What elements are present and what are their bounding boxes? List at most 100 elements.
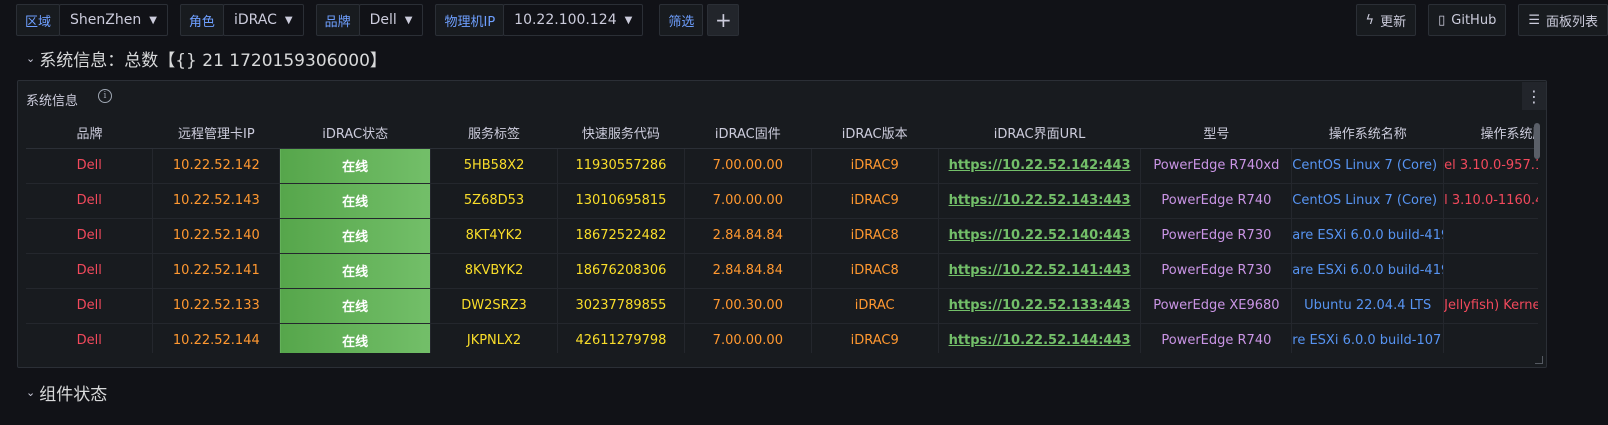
column-header[interactable]: iDRAC界面URL [938, 118, 1141, 149]
url-cell: https://10.22.52.133:443 [938, 288, 1142, 324]
url-cell: https://10.22.52.143:443 [938, 183, 1142, 219]
resize-handle-icon[interactable] [1535, 356, 1543, 364]
column-header[interactable]: 远程管理卡IP [152, 118, 280, 149]
idrac-url-link[interactable]: https://10.22.52.133:443 [949, 298, 1131, 313]
add-filter-button[interactable]: + [707, 4, 740, 36]
physical-ip-value: 10.22.100.124 [514, 12, 617, 28]
column-header[interactable]: 型号 [1140, 118, 1292, 149]
ip-cell: 10.22.52.140 [152, 218, 281, 254]
column-header[interactable]: iDRAC固件 [684, 118, 812, 149]
os-name-cell: CentOS Linux 7 (Core) [1291, 183, 1445, 219]
table-row: Dell 10.22.52.143 在线 5Z68D53 13010695815… [26, 183, 1538, 219]
column-header[interactable]: 操作系统版本 [1443, 118, 1538, 149]
variable-label-region: 区域 [16, 4, 61, 36]
lightning-icon: ϟ [1365, 12, 1375, 28]
service-tag-cell: DW2SRZ3 [430, 288, 558, 324]
idrac-url-link[interactable]: https://10.22.52.142:443 [949, 158, 1131, 173]
brand-cell: Dell [26, 323, 154, 353]
status-cell: 在线 [279, 183, 432, 219]
brand-select[interactable]: Dell ▼ [358, 4, 424, 36]
model-cell: PowerEdge R730 [1140, 253, 1293, 289]
url-cell: https://10.22.52.141:443 [938, 253, 1142, 289]
info-icon[interactable]: i [98, 89, 112, 103]
variable-label-brand: 品牌 [315, 4, 360, 36]
idrac-url-link[interactable]: https://10.22.52.140:443 [949, 228, 1131, 243]
model-cell: PowerEdge R740 [1140, 183, 1293, 219]
firmware-cell: 7.00.00.00 [684, 148, 812, 184]
column-header[interactable]: 服务标签 [430, 118, 558, 149]
firmware-cell: 7.00.30.00 [684, 288, 812, 324]
brand-cell: Dell [26, 148, 154, 184]
os-version-cell [1443, 253, 1538, 289]
row-title: 组件状态 [39, 385, 108, 405]
idrac-url-link[interactable]: https://10.22.52.141:443 [949, 263, 1131, 278]
region-select[interactable]: ShenZhen ▼ [59, 4, 168, 36]
service-tag-cell: 8KT4YK2 [430, 218, 558, 254]
region-value: ShenZhen [70, 12, 142, 28]
chevron-down-icon: ▼ [624, 14, 633, 26]
status-cell: 在线 [279, 218, 432, 254]
table-row: Dell 10.22.52.141 在线 8KVBYK2 18676208306… [26, 253, 1538, 289]
model-cell: PowerEdge XE9680 [1140, 288, 1293, 324]
express-code-cell: 18676208306 [557, 253, 685, 289]
refresh-button[interactable]: ϟ 更新 [1355, 4, 1417, 36]
os-version-cell [1443, 323, 1538, 353]
filter-label[interactable]: 筛选 [659, 4, 704, 36]
row-title: 系统信息：总数【{} 21 1720159306000】 [39, 51, 387, 71]
express-code-cell: 13010695815 [557, 183, 685, 219]
panel-menu-button[interactable]: ⋮ [1522, 82, 1546, 110]
idrac-url-link[interactable]: https://10.22.52.143:443 [949, 193, 1131, 208]
variable-label-physical-ip: 物理机IP [435, 4, 505, 36]
brand-value: Dell [369, 12, 397, 28]
chevron-down-icon: ▼ [404, 14, 413, 26]
column-header[interactable]: 品牌 [26, 118, 153, 149]
model-cell: PowerEdge R740 [1140, 323, 1293, 353]
service-tag-cell: 5Z68D53 [430, 183, 558, 219]
row-header-system-info[interactable]: ⌄ 系统信息：总数【{} 21 1720159306000】 [26, 46, 387, 71]
table-row: Dell 10.22.52.133 在线 DW2SRZ3 30237789855… [26, 288, 1538, 324]
os-name-cell: are ESXi 6.0.0 build-419 [1291, 253, 1445, 289]
column-header[interactable]: iDRAC版本 [811, 118, 939, 149]
express-code-cell: 11930557286 [557, 148, 685, 184]
status-cell: 在线 [279, 148, 432, 184]
os-version-cell: l 3.10.0-1160.49.1.el7.x86_64 [1443, 183, 1538, 219]
service-tag-cell: JKPNLX2 [430, 323, 558, 353]
brand-cell: Dell [26, 253, 154, 289]
column-header[interactable]: 操作系统名称 [1291, 118, 1444, 149]
column-header[interactable]: 快速服务代码 [557, 118, 685, 149]
physical-ip-select[interactable]: 10.22.100.124 ▼ [503, 4, 644, 36]
vertical-scrollbar[interactable] [1534, 123, 1540, 347]
status-cell: 在线 [279, 323, 432, 353]
chevron-down-icon: ▼ [149, 14, 157, 26]
os-version-cell: el 3.10.0-957.12.1.el7.x86_64 [1443, 148, 1538, 184]
role-value: iDRAC [233, 12, 277, 28]
github-button[interactable]: ▯ GitHub [1428, 4, 1507, 36]
toolbar: ϟ 更新 ▯ GitHub ☰ 面板列表 [1344, 4, 1608, 36]
chevron-down-icon: ⌄ [26, 52, 36, 65]
row-header-component-status[interactable]: ⌄ 组件状态 [26, 380, 107, 405]
variable-label-role: 角色 [179, 4, 224, 36]
table-row: Dell 10.22.52.144 在线 JKPNLX2 42611279798… [26, 323, 1538, 353]
os-name-cell: CentOS Linux 7 (Core) [1291, 148, 1445, 184]
idrac-version-cell: iDRAC8 [811, 218, 939, 254]
url-cell: https://10.22.52.142:443 [938, 148, 1142, 184]
variable-bar: 区域 ShenZhen ▼ 角色 iDRAC ▼ 品牌 Dell ▼ 物理机IP 10… [16, 4, 740, 36]
system-info-table: 品牌 远程管理卡IP iDRAC状态 服务标签 快速服务代码 iDRAC固件 i… [26, 118, 1538, 353]
os-version-cell: Jellyfish) Kernel 5.15.0- [1443, 288, 1538, 324]
idrac-url-link[interactable]: https://10.22.52.144:443 [949, 333, 1131, 348]
column-header[interactable]: iDRAC状态 [279, 118, 431, 149]
idrac-version-cell: iDRAC [811, 288, 939, 324]
chevron-down-icon: ▼ [284, 14, 293, 26]
service-tag-cell: 5HB58X2 [430, 148, 558, 184]
ip-cell: 10.22.52.133 [152, 288, 281, 324]
idrac-version-cell: iDRAC9 [811, 183, 939, 219]
scrollbar-thumb[interactable] [1534, 123, 1540, 159]
firmware-cell: 2.84.84.84 [684, 253, 812, 289]
plus-icon: + [714, 8, 732, 32]
ip-cell: 10.22.52.143 [152, 183, 281, 219]
firmware-cell: 7.00.00.00 [684, 323, 812, 353]
url-cell: https://10.22.52.144:443 [938, 323, 1142, 353]
dashboards-button[interactable]: ☰ 面板列表 [1518, 4, 1608, 36]
url-cell: https://10.22.52.140:443 [938, 218, 1142, 254]
role-select[interactable]: iDRAC ▼ [222, 4, 304, 36]
